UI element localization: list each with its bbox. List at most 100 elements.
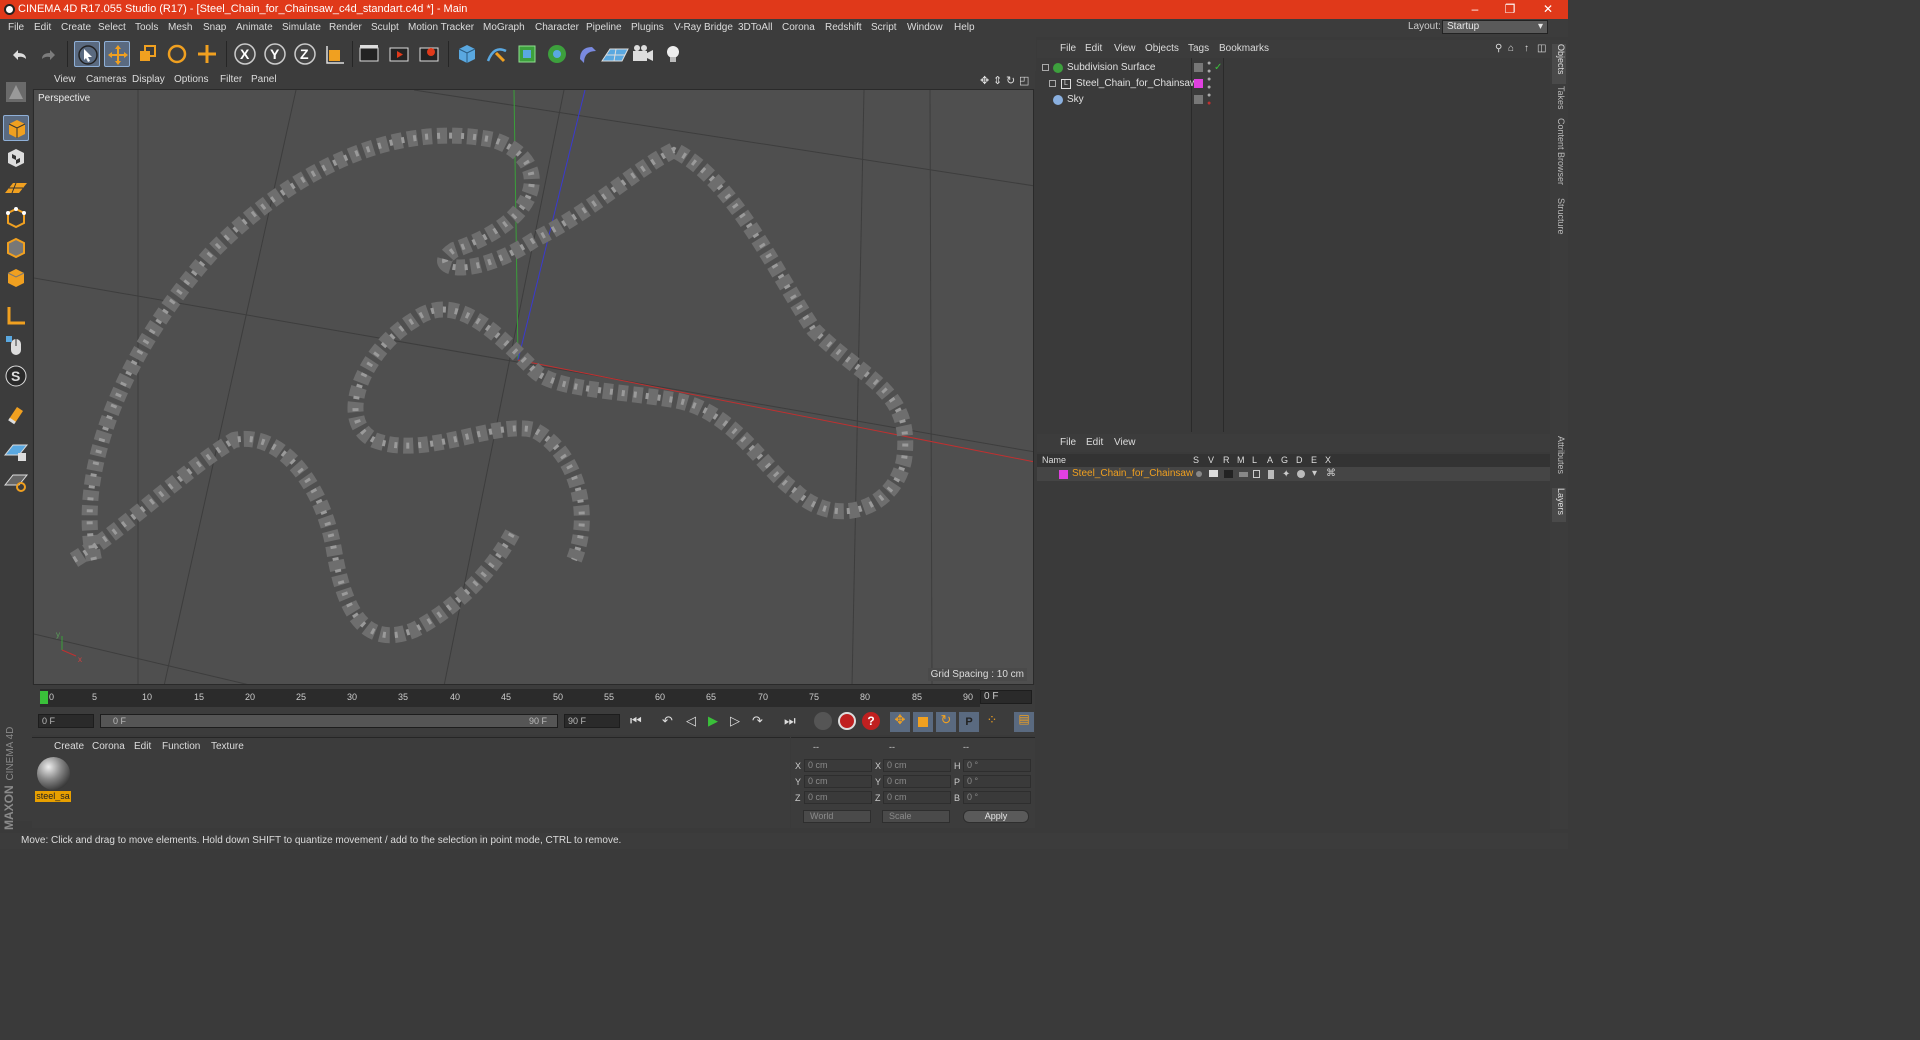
go-to-end-icon[interactable]: ⏭ (784, 713, 802, 731)
magnet-icon[interactable] (3, 401, 29, 427)
edges-mode-button[interactable] (3, 235, 29, 261)
layer-slot[interactable] (1194, 95, 1203, 104)
rotate-tool[interactable] (164, 41, 190, 67)
axis-x-lock-button[interactable]: X (232, 41, 258, 67)
menu-plugins[interactable]: Plugins (631, 22, 664, 33)
menu-file[interactable]: File (8, 22, 24, 33)
col-animation[interactable]: A (1267, 454, 1273, 467)
playhead-marker[interactable] (40, 691, 48, 704)
keyframe-selection-icon[interactable]: ? (862, 712, 880, 730)
col-render[interactable]: R (1223, 454, 1230, 467)
menu-vray-bridge[interactable]: V-Ray Bridge (674, 22, 733, 33)
tab-objects[interactable]: Objects (1552, 44, 1566, 84)
key-parameter-icon[interactable]: P (959, 712, 979, 732)
menu-3dtoall[interactable]: 3DToAll (738, 22, 772, 33)
axis-z-lock-button[interactable]: Z (292, 41, 318, 67)
material-menu-create[interactable]: Create (54, 741, 84, 752)
move-tool[interactable] (104, 41, 130, 67)
obj-menu-edit[interactable]: Edit (1085, 43, 1102, 54)
layer-color-swatch[interactable] (1194, 79, 1203, 88)
play-icon[interactable]: ▶ (708, 713, 726, 731)
tab-takes[interactable]: Takes (1552, 86, 1566, 114)
object-row[interactable]: Sky ● ● (1037, 92, 1550, 108)
menu-redshift[interactable]: Redshift (825, 22, 862, 33)
menu-create[interactable]: Create (61, 22, 91, 33)
menu-edit[interactable]: Edit (34, 22, 51, 33)
col-generators[interactable]: G (1281, 454, 1288, 467)
end-frame-field[interactable]: 90 F (564, 714, 620, 728)
collapse-icon[interactable] (1042, 64, 1049, 71)
menu-pipeline[interactable]: Pipeline (586, 22, 622, 33)
viewport-zoom-icon[interactable]: ⇕ (993, 74, 1002, 87)
floor-button[interactable] (600, 41, 630, 67)
material-menu-edit[interactable]: Edit (134, 741, 151, 752)
apply-button[interactable]: Apply (963, 810, 1029, 823)
col-expressions[interactable]: E (1311, 454, 1317, 467)
position-x-field[interactable]: 0 cm (804, 759, 872, 772)
light-button[interactable] (660, 41, 686, 67)
col-locked[interactable]: L (1252, 454, 1257, 467)
menu-render[interactable]: Render (329, 22, 362, 33)
manager-toggle-icon[interactable] (1239, 472, 1248, 477)
rotation-b-field[interactable]: 0 ° (963, 791, 1031, 804)
cloner-button[interactable] (544, 41, 570, 67)
make-editable-button[interactable] (3, 79, 29, 105)
layer-row[interactable]: Steel_Chain_for_Chainsaw ✦ ▾ ⌘ (1037, 467, 1550, 481)
layer-slot[interactable] (1194, 63, 1203, 72)
material-menu-function[interactable]: Function (162, 741, 200, 752)
start-frame-field[interactable]: 0 F (38, 714, 94, 728)
menu-window[interactable]: Window (907, 22, 943, 33)
obj-menu-view[interactable]: View (1114, 43, 1136, 54)
xref-toggle-icon[interactable]: ⌘ (1326, 469, 1336, 479)
record-active-icon[interactable] (814, 712, 832, 730)
deformer-toggle-icon[interactable] (1297, 470, 1305, 478)
menu-sculpt[interactable]: Sculpt (371, 22, 399, 33)
expand-icon[interactable] (1049, 80, 1056, 87)
axis-mode-button[interactable] (3, 303, 29, 329)
menu-animate[interactable]: Animate (236, 22, 273, 33)
planar-workplane-button[interactable] (3, 469, 29, 495)
visibility-dots-icon[interactable]: ● ● (1207, 60, 1211, 76)
visibility-dots-icon[interactable]: ● ● (1207, 76, 1211, 92)
menu-select[interactable]: Select (98, 22, 126, 33)
object-row[interactable]: L Steel_Chain_for_Chainsaw ● ● (1037, 76, 1550, 92)
next-key-icon[interactable]: ↷ (752, 713, 770, 731)
menu-mesh[interactable]: Mesh (168, 22, 192, 33)
key-scale-icon[interactable] (913, 712, 933, 732)
expression-toggle-icon[interactable]: ▾ (1312, 469, 1317, 479)
col-xref[interactable]: X (1325, 454, 1331, 467)
viewport-menu-display[interactable]: Display (132, 74, 165, 85)
coordinate-mode-dropdown[interactable]: World (803, 810, 871, 823)
scale-tool[interactable] (134, 41, 160, 67)
subdivision-surface-button[interactable] (514, 41, 540, 67)
material-menu-texture[interactable]: Texture (211, 741, 244, 752)
pen-spline-button[interactable] (484, 41, 510, 67)
deformer-button[interactable] (574, 41, 600, 67)
viewport-move-icon[interactable]: ✥ (980, 74, 989, 87)
go-to-start-icon[interactable]: ⏮ (630, 713, 648, 731)
redo-button[interactable] (36, 41, 62, 67)
menu-mograph[interactable]: MoGraph (483, 22, 525, 33)
timeline-ruler[interactable]: 0 5 10 15 20 25 30 35 40 45 50 55 60 65 … (40, 689, 980, 707)
col-name[interactable]: Name (1042, 454, 1066, 467)
rotation-p-field[interactable]: 0 ° (963, 775, 1031, 788)
search-icon[interactable]: ⚲ (1495, 43, 1502, 54)
coordinate-system-button[interactable] (322, 41, 348, 67)
previous-key-icon[interactable]: ↶ (662, 713, 680, 731)
enabled-check-icon[interactable]: ✓ (1214, 60, 1222, 76)
col-solo[interactable]: S (1193, 454, 1199, 467)
autokey-icon[interactable] (838, 712, 856, 730)
render-settings-button[interactable] (416, 41, 442, 67)
close-button[interactable]: ✕ (1528, 0, 1568, 19)
animation-toggle-icon[interactable] (1268, 470, 1274, 479)
menu-character[interactable]: Character (535, 22, 579, 33)
perspective-viewport[interactable]: Perspective y x Grid Spacing : 10 cm (33, 89, 1034, 685)
material-item[interactable]: steel_sa (35, 757, 71, 803)
generator-toggle-icon[interactable]: ✦ (1282, 470, 1290, 480)
col-deformers[interactable]: D (1296, 454, 1303, 467)
obj-menu-tags[interactable]: Tags (1188, 43, 1209, 54)
viewport-menu-options[interactable]: Options (174, 74, 208, 85)
viewport-menu-view[interactable]: View (54, 74, 76, 85)
size-x-field[interactable]: 0 cm (883, 759, 951, 772)
obj-menu-file[interactable]: File (1060, 43, 1076, 54)
